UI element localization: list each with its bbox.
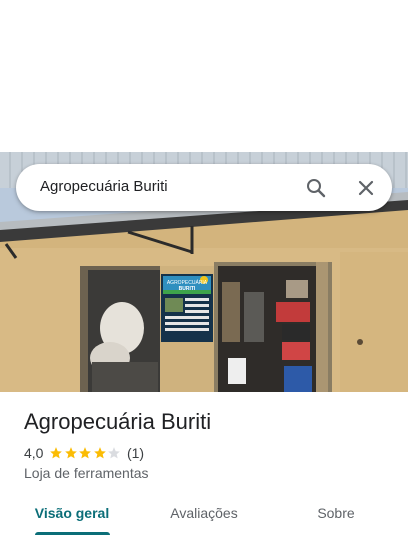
search-icon[interactable] [304,176,328,200]
star-icon [50,447,63,459]
star-icon [65,447,77,459]
star-icon [108,447,121,459]
search-bar[interactable]: Agropecuária Buriti [16,164,392,211]
star-icon [79,447,92,459]
sign-line1: AGROPECUÁRIA [167,279,208,286]
active-tab-indicator [35,532,110,535]
tab-reviews[interactable]: Avaliações [152,496,256,534]
place-category[interactable]: Loja de ferramentas [24,465,149,481]
star-rating [49,446,122,460]
search-input[interactable]: Agropecuária Buriti [40,178,168,195]
tab-overview[interactable]: Visão geral [24,496,120,534]
place-title: Agropecuária Buriti [24,409,212,434]
map-blank-area [0,0,408,152]
rating-row[interactable]: 4,0 (1) [24,444,144,462]
tab-about[interactable]: Sobre [296,496,376,534]
star-icon [94,447,106,459]
tab-bar: Visão geral Avaliações Sobre [0,496,408,540]
review-count[interactable]: (1) [127,445,144,461]
sign-line2: BURITI [179,286,196,292]
rating-value: 4,0 [24,445,44,461]
close-icon[interactable] [354,176,378,200]
